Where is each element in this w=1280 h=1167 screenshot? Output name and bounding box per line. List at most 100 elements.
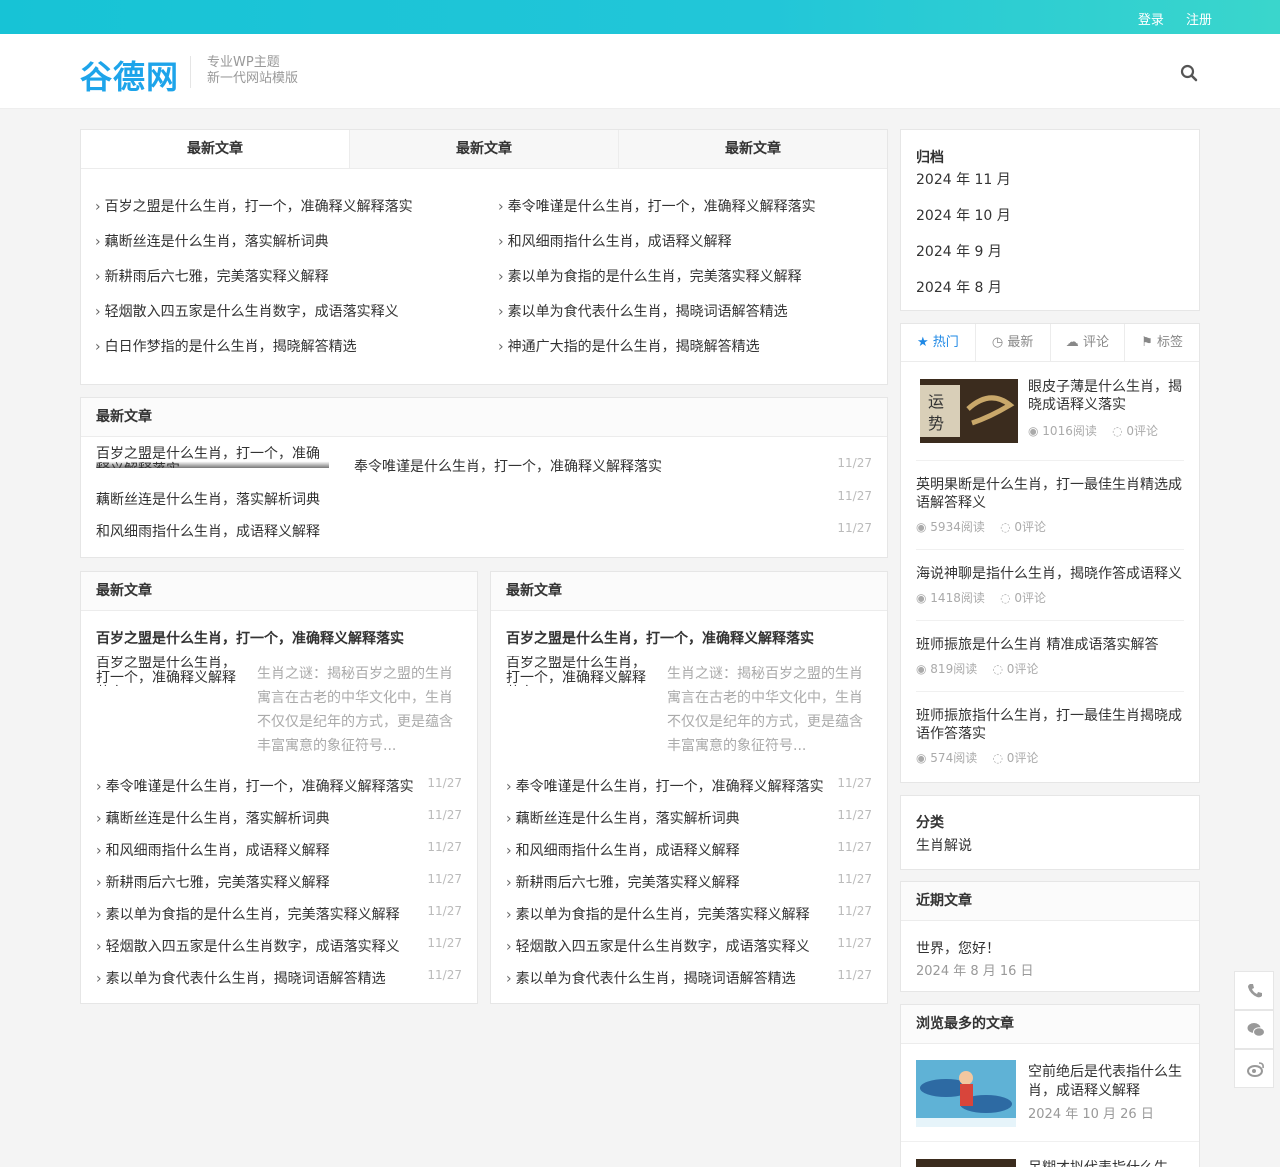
hot-post-title[interactable]: 班师振旅指什么生肖，打一最佳生肖揭晓成语作答落实 bbox=[916, 707, 1184, 743]
tagline-line-1: 专业WP主题 bbox=[207, 55, 280, 70]
recent-post-date: 2024 年 8 月 16 日 bbox=[916, 964, 1034, 979]
register-link[interactable]: 注册 bbox=[1186, 13, 1212, 28]
hot-post-item[interactable]: 班师振旅是什么生肖 精准成语落实解答 ◉ 819阅读 ◌ 0评论 bbox=[916, 622, 1184, 692]
table-row[interactable]: › 藕断丝连是什么生肖，落实解析词典 11/27 bbox=[506, 808, 872, 840]
category-item[interactable]: 生肖解说 bbox=[916, 835, 1184, 855]
table-row[interactable]: 和风细雨指什么生肖，成语释义解释 11/27 bbox=[96, 521, 872, 553]
most-viewed-post-title[interactable]: 空前绝后是代表指什么生肖，成语释义解释 bbox=[1028, 1063, 1188, 1101]
panel-title: 最新文章 bbox=[81, 572, 477, 611]
archive-item[interactable]: 2024 年 10 月 bbox=[916, 205, 1184, 241]
panel-title: 最新文章 bbox=[491, 572, 887, 611]
list-item[interactable]: › 素以单为食代表什么生肖，揭晓词语解答精选 bbox=[498, 301, 888, 336]
post-thumbnail[interactable] bbox=[916, 1060, 1016, 1127]
list-item[interactable]: › 素以单为食指的是什么生肖，完美落实释义解释 bbox=[498, 266, 888, 301]
site-tagline: 专业WP主题 新一代网站模版 bbox=[207, 55, 298, 87]
table-row[interactable]: › 藕断丝连是什么生肖，落实解析词典 11/27 bbox=[96, 808, 462, 840]
featured-title[interactable]: 百岁之盟是什么生肖，打一个，准确释义解释落实 bbox=[96, 628, 404, 648]
list-item[interactable]: › 百岁之盟是什么生肖，打一个，准确释义解释落实 bbox=[95, 196, 485, 231]
hot-post-meta: ◉ 1418阅读 ◌ 0评论 bbox=[916, 591, 1047, 605]
site-logo[interactable]: 谷德网 bbox=[80, 52, 179, 98]
archive-title: 归档 bbox=[916, 150, 944, 166]
archive-item[interactable]: 2024 年 8 月 bbox=[916, 277, 1184, 313]
table-row[interactable]: › 素以单为食代表什么生肖，揭晓词语解答精选 11/27 bbox=[96, 968, 462, 1000]
post-thumbnail[interactable]: 运 势 bbox=[920, 379, 1018, 443]
table-row[interactable]: 奉令唯谨是什么生肖，打一个，准确释义解释落实 11/27 bbox=[354, 456, 872, 488]
most-viewed-post-date: 2024 年 10 月 26 日 bbox=[1028, 1107, 1154, 1122]
tab-latest-3[interactable]: 最新文章 bbox=[618, 130, 887, 168]
table-row[interactable]: › 奉令唯谨是什么生肖，打一个，准确释义解释落实 11/27 bbox=[96, 776, 462, 808]
weibo-button[interactable] bbox=[1234, 1049, 1274, 1088]
archive-item[interactable]: 2024 年 11 月 bbox=[916, 169, 1184, 205]
table-row[interactable]: 藕断丝连是什么生肖，落实解析词典 11/27 bbox=[96, 489, 872, 521]
account-links: 登录 注册 bbox=[1120, 9, 1212, 28]
slide-caption[interactable]: 百岁之盟是什么生肖，打一个，准确释义解释落实 bbox=[96, 446, 329, 468]
table-row[interactable]: › 新耕雨后六七雅，完美落实释义解释 11/27 bbox=[96, 872, 462, 904]
tab-tags[interactable]: ⚑ 标签 bbox=[1124, 324, 1199, 361]
most-viewed-post-title[interactable]: 呆糊才拟代表指什么生 bbox=[1028, 1157, 1168, 1167]
featured-thumb-caption[interactable]: 百岁之盟是什么生肖，打一个，准确释义解释落实 bbox=[96, 656, 236, 686]
list-item[interactable]: › 奉令唯谨是什么生肖，打一个，准确释义解释落实 bbox=[498, 196, 888, 231]
category-title: 分类 bbox=[916, 815, 944, 831]
hot-post-item[interactable]: 运 势 眼皮子薄是什么生肖，揭晓成语释义落实 ◉ 1016阅读 ◌ 0评论 bbox=[916, 363, 1184, 461]
list-item[interactable]: › 轻烟散入四五家是什么生肖数字，成语落实释义 bbox=[95, 301, 485, 336]
hot-posts-widget: ★ 热门 ◷ 最新 ☁ 评论 ⚑ 标签 运 势 眼皮子薄是什么生肖，揭晓成语释义… bbox=[900, 323, 1200, 783]
table-row[interactable]: › 和风细雨指什么生肖，成语释义解释 11/27 bbox=[506, 840, 872, 872]
top-bar: 登录 注册 bbox=[0, 0, 1280, 34]
tab-list-left: › 百岁之盟是什么生肖，打一个，准确释义解释落实 › 藕断丝连是什么生肖，落实解析词… bbox=[95, 196, 485, 371]
recent-posts-widget: 近期文章 世界，您好！ 2024 年 8 月 16 日 bbox=[900, 881, 1200, 992]
table-row[interactable]: › 奉令唯谨是什么生肖，打一个，准确释义解释落实 11/27 bbox=[506, 776, 872, 808]
panel-title: 最新文章 bbox=[81, 398, 887, 437]
tabbed-articles-panel: 最新文章 最新文章 最新文章 › 百岁之盟是什么生肖，打一个，准确释义解释落实 ›… bbox=[80, 129, 888, 385]
most-viewed-title: 浏览最多的文章 bbox=[901, 1005, 1199, 1044]
tab-list-right: › 奉令唯谨是什么生肖，打一个，准确释义解释落实 › 和风细雨指什么生肖，成语释义解… bbox=[498, 196, 888, 371]
hot-post-title[interactable]: 班师振旅是什么生肖 精准成语落实解答 bbox=[916, 636, 1184, 654]
wechat-button[interactable] bbox=[1234, 1010, 1274, 1049]
wechat-icon bbox=[1247, 1023, 1265, 1037]
hot-post-item[interactable]: 班师振旅指什么生肖，打一最佳生肖揭晓成语作答落实 ◉ 574阅读 ◌ 0评论 bbox=[916, 693, 1184, 781]
table-row[interactable]: › 轻烟散入四五家是什么生肖数字，成语落实释义 11/27 bbox=[506, 936, 872, 968]
archive-item[interactable]: 2024 年 9 月 bbox=[916, 241, 1184, 277]
list-item[interactable]: › 新耕雨后六七雅，完美落实释义解释 bbox=[95, 266, 485, 301]
svg-text:运: 运 bbox=[928, 392, 944, 411]
weibo-icon bbox=[1247, 1062, 1264, 1077]
latest-articles-panel-right: 最新文章 百岁之盟是什么生肖，打一个，准确释义解释落实 百岁之盟是什么生肖，打一… bbox=[490, 571, 888, 1004]
list-item[interactable]: › 白日作梦指的是什么生肖，揭晓解答精选 bbox=[95, 336, 485, 371]
tab-hot[interactable]: ★ 热门 bbox=[901, 324, 975, 361]
tab-latest-1[interactable]: 最新文章 bbox=[81, 130, 349, 168]
hot-post-meta: ◉ 819阅读 ◌ 0评论 bbox=[916, 662, 1039, 676]
table-row[interactable]: › 和风细雨指什么生肖，成语释义解释 11/27 bbox=[96, 840, 462, 872]
hot-post-item[interactable]: 英明果断是什么生肖，打一最佳生肖精选成语解答释义 ◉ 5934阅读 ◌ 0评论 bbox=[916, 462, 1184, 550]
list-item[interactable]: › 藕断丝连是什么生肖，落实解析词典 bbox=[95, 231, 485, 266]
tab-latest-2[interactable]: 最新文章 bbox=[349, 130, 618, 168]
tab-newest[interactable]: ◷ 最新 bbox=[974, 324, 1050, 361]
featured-title[interactable]: 百岁之盟是什么生肖，打一个，准确释义解释落实 bbox=[506, 628, 814, 648]
login-link[interactable]: 登录 bbox=[1138, 13, 1164, 28]
hot-post-title[interactable]: 英明果断是什么生肖，打一最佳生肖精选成语解答释义 bbox=[916, 476, 1184, 512]
list-item[interactable]: › 神通广大指的是什么生肖，揭晓解答精选 bbox=[498, 336, 888, 371]
list-item[interactable]: › 和风细雨指什么生肖，成语释义解释 bbox=[498, 231, 888, 266]
hot-post-meta: ◉ 5934阅读 ◌ 0评论 bbox=[916, 520, 1047, 534]
hot-tabs: ★ 热门 ◷ 最新 ☁ 评论 ⚑ 标签 bbox=[901, 324, 1199, 362]
svg-text:势: 势 bbox=[928, 414, 944, 433]
table-row[interactable]: › 轻烟散入四五家是什么生肖数字，成语落实释义 11/27 bbox=[96, 936, 462, 968]
table-row[interactable]: › 素以单为食指的是什么生肖，完美落实释义解释 11/27 bbox=[506, 904, 872, 936]
phone-icon bbox=[1248, 984, 1262, 998]
post-thumbnail[interactable] bbox=[916, 1159, 1016, 1167]
site-header: 谷德网 专业WP主题 新一代网站模版 bbox=[0, 34, 1280, 109]
latest-articles-panel-2: 最新文章 百岁之盟是什么生肖，打一个，准确释义解释落实 奉令唯谨是什么生肖，打一… bbox=[80, 397, 888, 558]
hot-post-title[interactable]: 眼皮子薄是什么生肖，揭晓成语释义落实 bbox=[1028, 378, 1188, 414]
recent-title: 近期文章 bbox=[901, 882, 1199, 921]
hot-post-title[interactable]: 海说神聊是指什么生肖，揭晓作答成语释义 bbox=[916, 565, 1184, 583]
recent-post-link[interactable]: 世界，您好！ bbox=[916, 938, 1000, 958]
hot-post-item[interactable]: 海说神聊是指什么生肖，揭晓作答成语释义 ◉ 1418阅读 ◌ 0评论 bbox=[916, 551, 1184, 621]
table-row[interactable]: › 新耕雨后六七雅，完美落实释义解释 11/27 bbox=[506, 872, 872, 904]
table-row[interactable]: › 素以单为食代表什么生肖，揭晓词语解答精选 11/27 bbox=[506, 968, 872, 1000]
category-widget: 分类 生肖解说 bbox=[900, 795, 1200, 870]
tab-comments[interactable]: ☁ 评论 bbox=[1049, 324, 1125, 361]
featured-thumb-caption[interactable]: 百岁之盟是什么生肖，打一个，准确释义解释落实 bbox=[506, 656, 646, 686]
table-row[interactable]: › 素以单为食指的是什么生肖，完美落实释义解释 11/27 bbox=[96, 904, 462, 936]
hot-post-meta: ◉ 574阅读 ◌ 0评论 bbox=[916, 751, 1039, 765]
logo-divider bbox=[190, 56, 191, 88]
search-icon[interactable] bbox=[1180, 64, 1198, 82]
phone-button[interactable] bbox=[1234, 971, 1274, 1010]
